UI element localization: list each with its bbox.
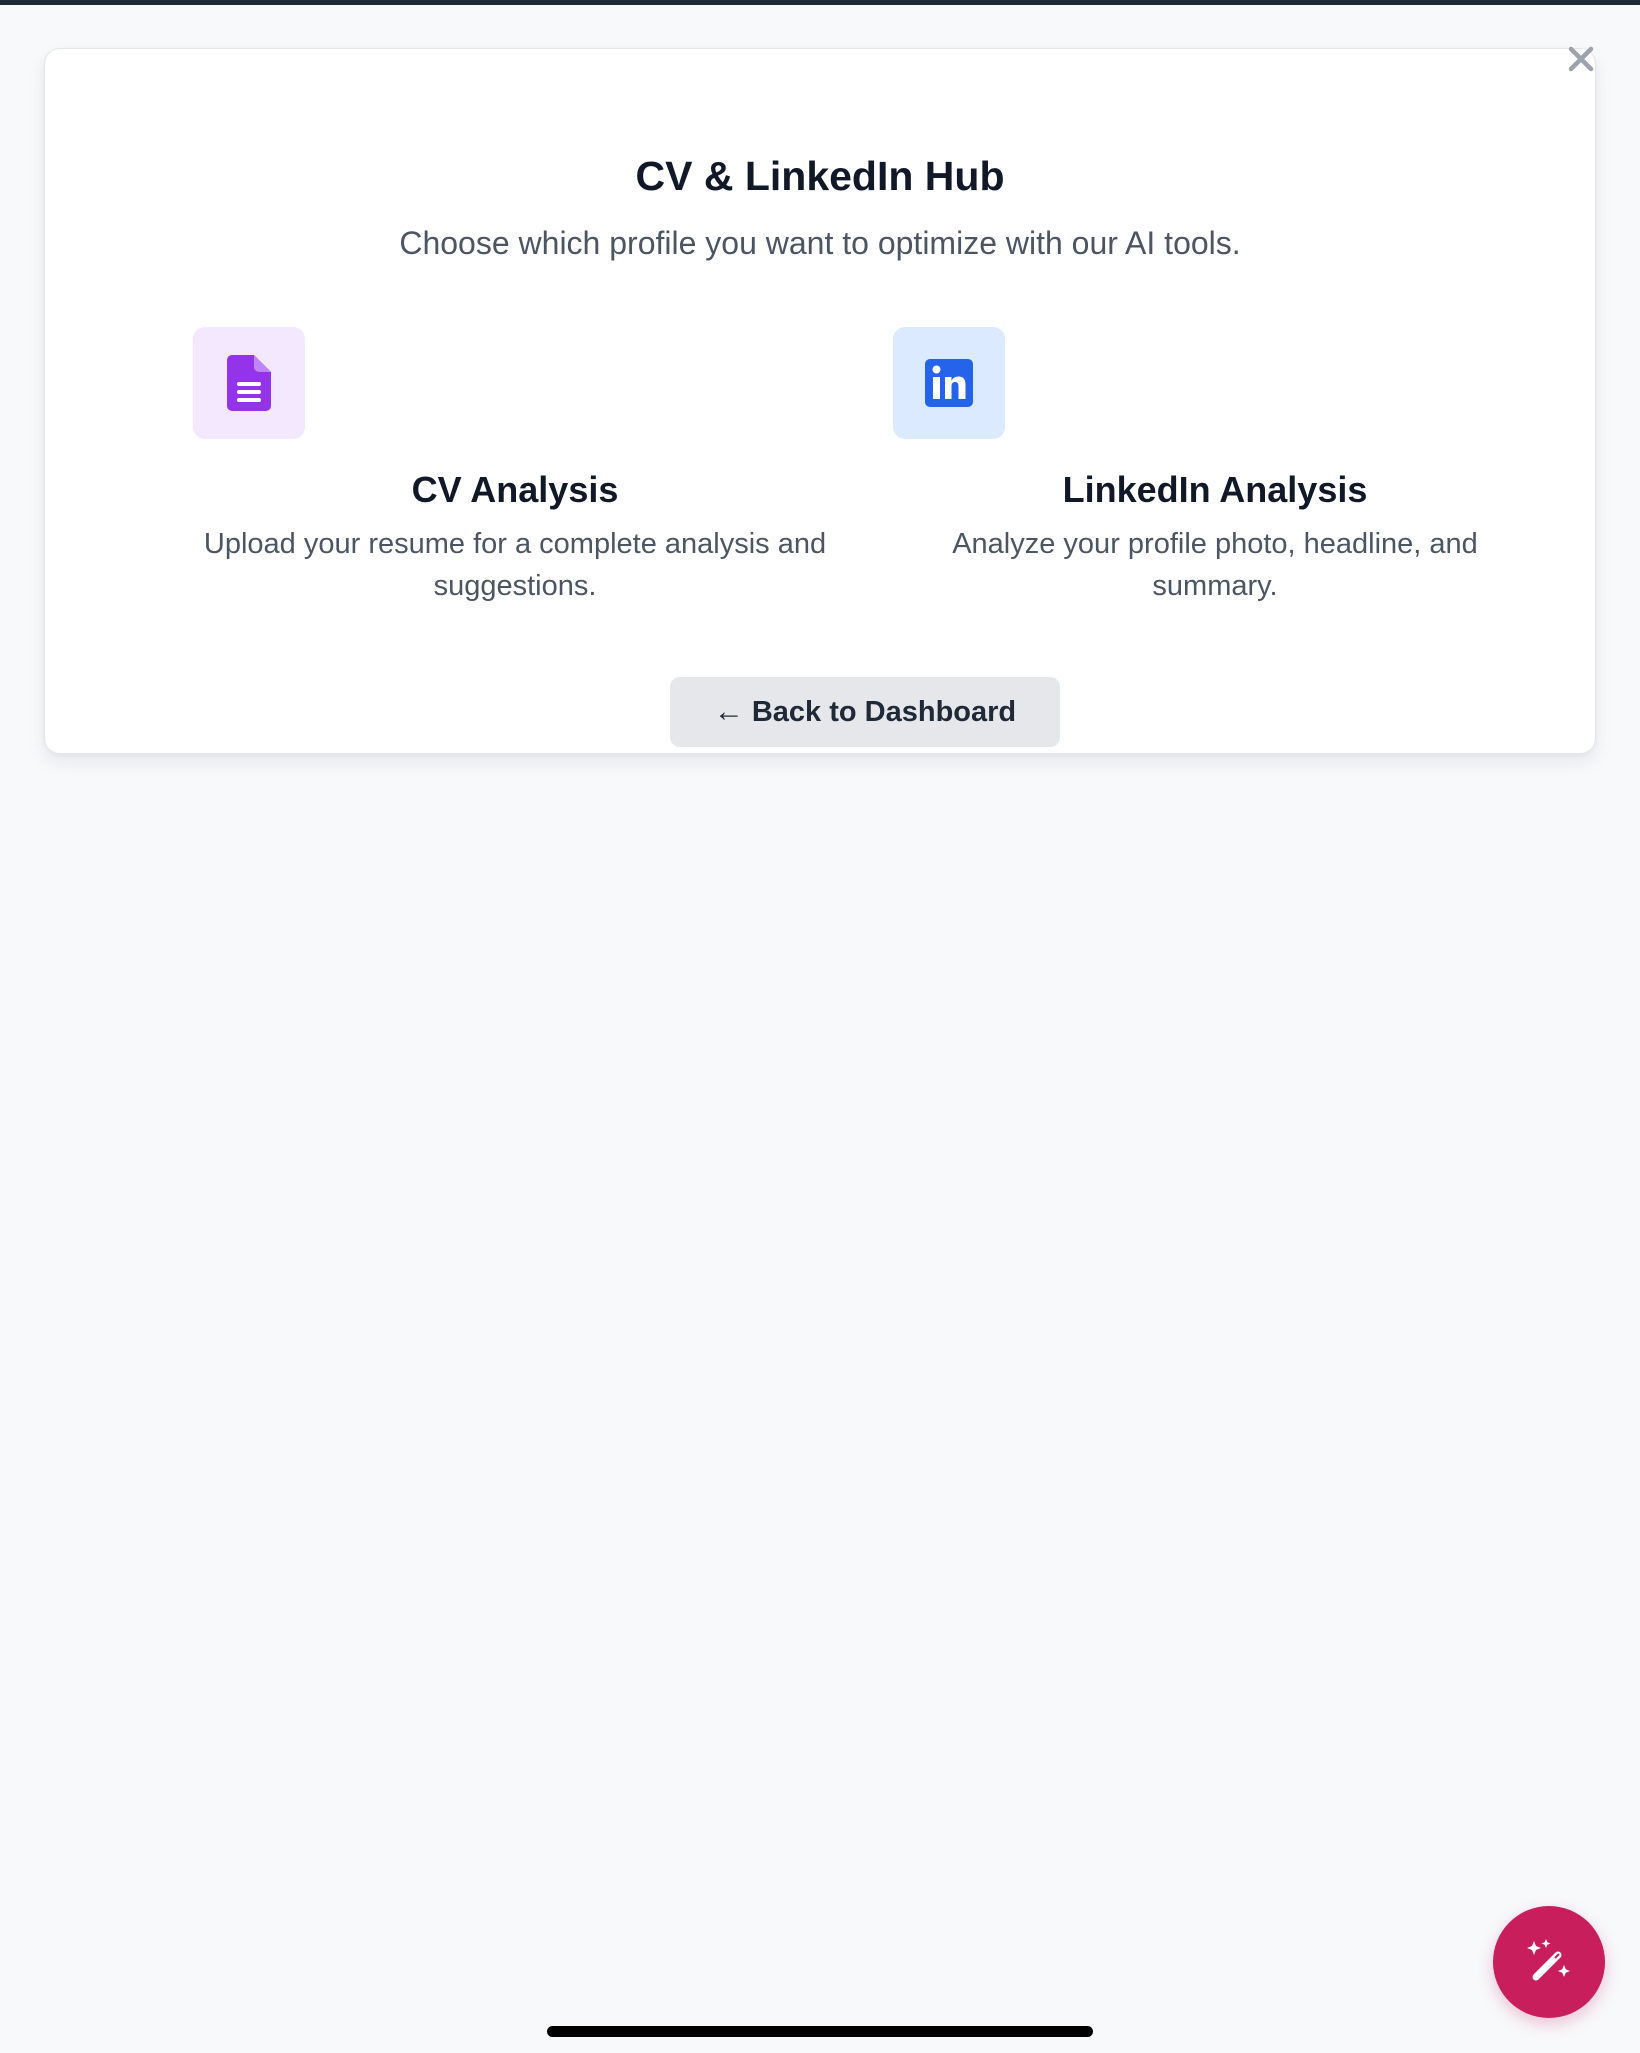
hub-title: CV & LinkedIn Hub (635, 153, 1005, 199)
back-arrow-icon: ← (713, 695, 744, 728)
hub-modal: CV & LinkedIn Hub Choose which profile y… (44, 48, 1596, 754)
document-icon (227, 355, 271, 411)
cv-icon-tile (193, 327, 305, 439)
ai-assistant-fab[interactable] (1493, 1906, 1605, 2018)
linkedin-analysis-option[interactable]: LinkedIn Analysis Analyze your profile p… (885, 327, 1545, 617)
linkedin-analysis-description: Analyze your profile photo, headline, an… (952, 528, 1478, 602)
magic-wand-icon (1527, 1939, 1570, 1981)
close-icon (1568, 46, 1594, 72)
cv-analysis-title: CV Analysis (411, 469, 619, 510)
cv-analysis-option[interactable]: CV Analysis Upload your resume for a com… (185, 327, 845, 617)
close-button[interactable] (1560, 38, 1602, 80)
linkedin-analysis-title: LinkedIn Analysis (1062, 469, 1368, 510)
home-indicator (547, 2026, 1093, 2037)
hub-subtitle: Choose which profile you want to optimiz… (399, 225, 1241, 261)
back-button-label: Back to Dashboard (751, 695, 1017, 728)
linkedin-icon (925, 359, 973, 407)
linkedin-icon-tile (893, 327, 1005, 439)
top-edge-bar (0, 0, 1640, 5)
back-to-dashboard-button[interactable]: ← Back to Dashboard (670, 677, 1060, 747)
cv-analysis-description: Upload your resume for a complete analys… (203, 528, 827, 602)
